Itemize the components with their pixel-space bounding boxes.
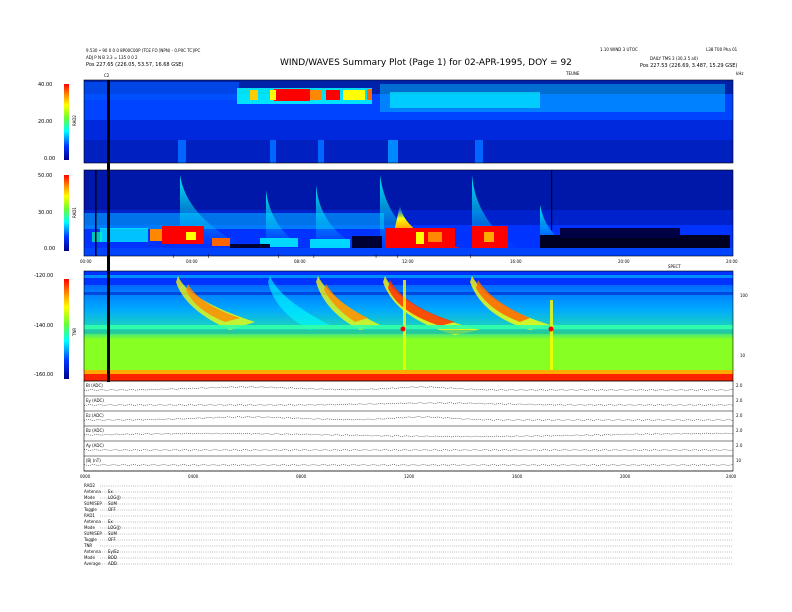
tnr-right-tick-100: 100 bbox=[740, 293, 748, 298]
info-key: RAD2 bbox=[84, 483, 95, 488]
tnr-panel bbox=[84, 271, 733, 381]
tnr-label: TNR bbox=[72, 327, 77, 336]
time-tick-bottom: 1200 bbox=[404, 474, 415, 479]
header-left-line2: ADJ P N B 3.3 = 135 0 0 2 bbox=[86, 55, 138, 60]
rad1-tick-mid: 30.00 bbox=[38, 210, 53, 216]
rad1-panel bbox=[84, 170, 733, 256]
line-range: 2.0 bbox=[736, 443, 743, 448]
summary-plot bbox=[64, 79, 734, 565]
info-val: LOG(J) bbox=[108, 495, 121, 500]
info-val: ADD bbox=[108, 561, 117, 566]
info-key: Mode bbox=[84, 525, 95, 530]
c-marker-label: C2 bbox=[104, 73, 110, 78]
info-key: Mode bbox=[84, 555, 95, 560]
tnr-right-tick-10: 10 bbox=[740, 353, 746, 358]
time-tick: 16:00 bbox=[510, 259, 522, 264]
time-tick: 20:00 bbox=[618, 259, 630, 264]
header-right-line2: L38 T00 Pha 01 bbox=[706, 47, 738, 52]
line-series bbox=[83, 432, 734, 438]
tnr-tick-mid: -140.00 bbox=[34, 323, 54, 329]
line-label: Bz (ADC) bbox=[86, 428, 104, 433]
line-label: |B| (nT) bbox=[86, 458, 101, 463]
info-key: Average bbox=[84, 561, 101, 566]
info-block-lines bbox=[100, 485, 733, 565]
time-tick-bottom: 0400 bbox=[188, 474, 199, 479]
time-tick-bottom: 0000 bbox=[80, 474, 91, 479]
axis-unit: SPECT bbox=[668, 264, 681, 269]
info-val: LOG(J) bbox=[108, 525, 121, 530]
rad1-label: RAD1 bbox=[72, 207, 77, 218]
header-left-line1: 9.530 • 90 0 0 0 8P00C00P (TCE FO ]NPN) … bbox=[86, 48, 201, 53]
mhz-label: kHz bbox=[736, 71, 744, 76]
line-series bbox=[83, 449, 734, 451]
time-tick: 08:00 bbox=[294, 259, 306, 264]
time-tick: 24:00 bbox=[726, 259, 738, 264]
header-left-pos: Pos 227.65 (226.05, 53.57, 16.68 GSE) bbox=[86, 62, 184, 68]
info-val: Ex bbox=[108, 519, 113, 524]
time-tick-bottom: 0800 bbox=[296, 474, 307, 479]
time-tick: 00:00 bbox=[80, 259, 92, 264]
line-series bbox=[83, 416, 734, 421]
line-range: 2.0 bbox=[736, 398, 743, 403]
header-right-pos: Pos 227.53 (226.69, 3.487, 15.29 GSE) bbox=[640, 63, 738, 69]
tnr-tick-bot: -160.00 bbox=[34, 372, 54, 378]
header-right-line3: DAILY TMS 3 (30,3 5 a0) bbox=[650, 56, 698, 61]
rad2-panel bbox=[84, 80, 733, 163]
time-tick-bottom: 2000 bbox=[620, 474, 631, 479]
page-title: WIND/WAVES Summary Plot (Page 1) for 02-… bbox=[280, 58, 572, 68]
header-right-line1: 1.10 WIND 3 UTOC bbox=[600, 47, 638, 52]
line-label: Bl (ADC) bbox=[86, 383, 103, 388]
info-key: Antenna bbox=[84, 489, 101, 494]
info-val: OFF bbox=[108, 537, 116, 542]
rad2-tick-bot: 0.00 bbox=[44, 156, 56, 162]
info-key: TNR bbox=[84, 543, 93, 548]
marker-line bbox=[107, 80, 110, 382]
line-series bbox=[83, 464, 734, 466]
line-label: Ay (ADC) bbox=[86, 443, 104, 448]
te-line-label: TEUNE bbox=[566, 71, 580, 76]
time-tick: 12:00 bbox=[402, 259, 414, 264]
info-val: OFF bbox=[108, 507, 116, 512]
time-tick-bottom: 1600 bbox=[512, 474, 523, 479]
line-label: Ey (ADC) bbox=[86, 398, 104, 403]
rad2-tick-mid: 20.00 bbox=[38, 119, 53, 125]
line-range: 2.0 bbox=[736, 413, 743, 418]
info-key: Toggle bbox=[84, 537, 97, 542]
rad2-colorbar bbox=[64, 84, 69, 160]
info-val: Ex bbox=[108, 489, 113, 494]
tnr-tick-top: -120.00 bbox=[34, 273, 54, 279]
info-val: SUM bbox=[108, 531, 117, 536]
info-key: SUM/SEP bbox=[84, 501, 102, 506]
info-key: Antenna bbox=[84, 549, 101, 554]
tnr-colorbar bbox=[64, 279, 69, 379]
info-key: SUM/SEP bbox=[84, 531, 102, 536]
info-key: Antenna bbox=[84, 519, 101, 524]
line-range: 2.0 bbox=[736, 428, 743, 433]
rad2-tick-top: 40.00 bbox=[38, 82, 53, 88]
line-range: 2.0 bbox=[736, 383, 743, 388]
info-val: Ey/Ez bbox=[108, 549, 119, 554]
info-key: RAD1 bbox=[84, 513, 95, 518]
line-series bbox=[83, 386, 734, 391]
time-tick: 04:00 bbox=[186, 259, 198, 264]
info-key: Mode bbox=[84, 495, 95, 500]
rad1-tick-bot: 0.00 bbox=[44, 246, 56, 252]
info-val: BOD bbox=[108, 555, 117, 560]
rad1-colorbar bbox=[64, 175, 69, 251]
rad1-tick-top: 50.00 bbox=[38, 173, 53, 179]
info-val: SUM bbox=[108, 501, 117, 506]
time-tick-bottom: 2400 bbox=[726, 474, 737, 479]
line-label: Ez (ADC) bbox=[86, 413, 104, 418]
line-range: 10 bbox=[736, 458, 742, 463]
rad2-label: RAD2 bbox=[72, 115, 77, 126]
info-key: Toggle bbox=[84, 507, 97, 512]
line-series bbox=[83, 402, 734, 406]
